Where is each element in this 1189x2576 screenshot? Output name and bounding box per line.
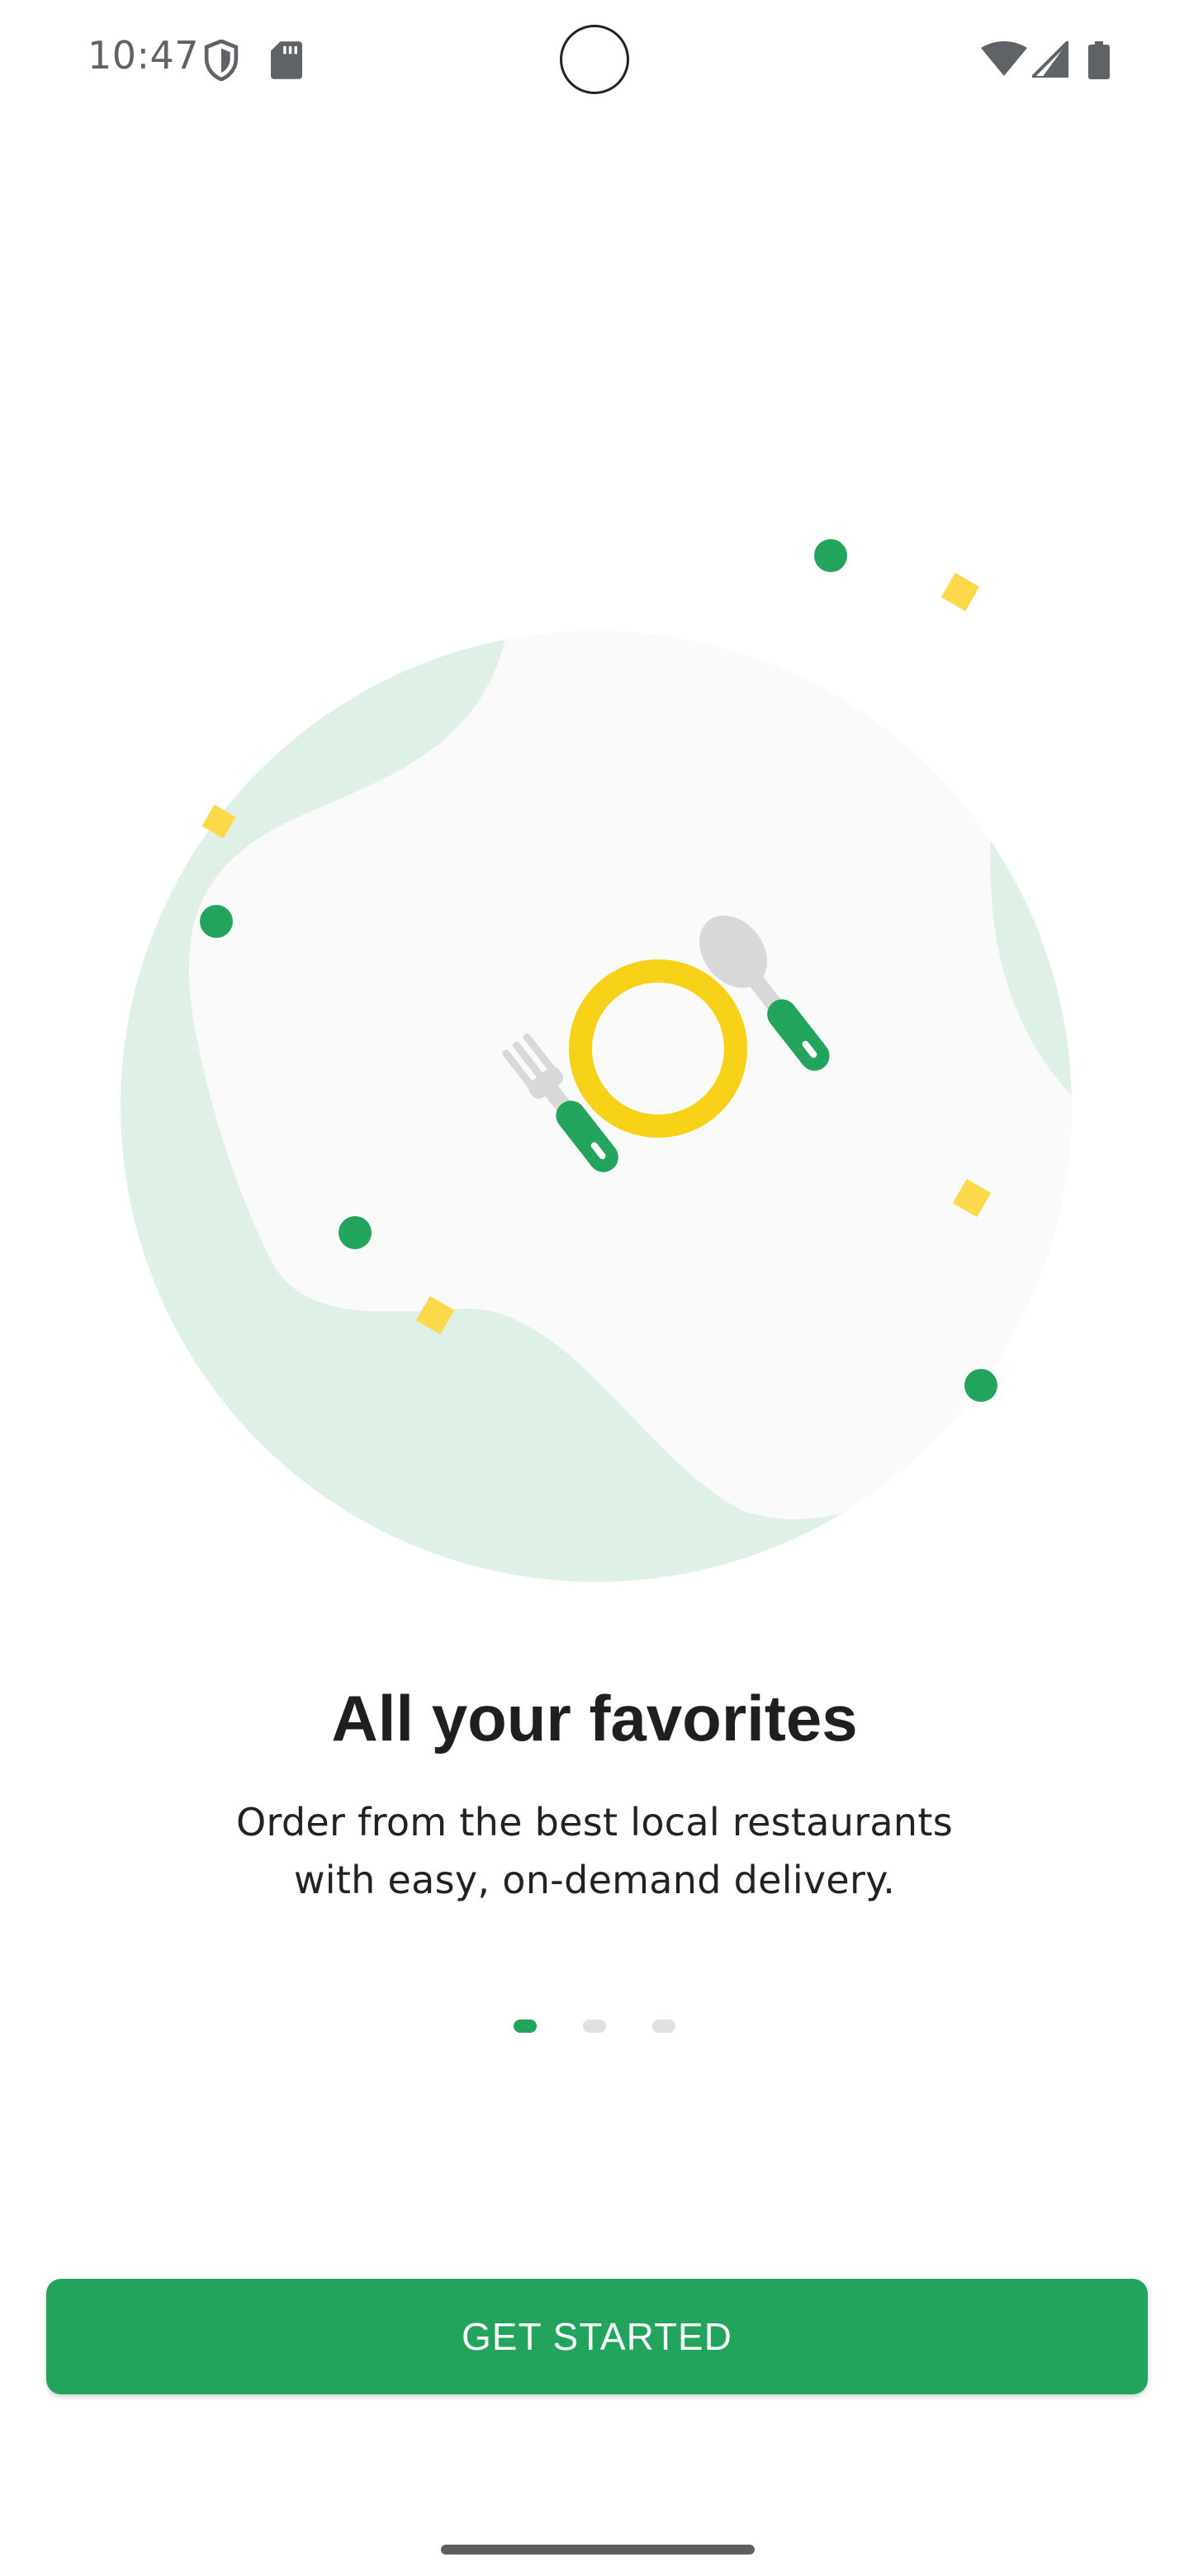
home-indicator[interactable] xyxy=(441,2545,755,2555)
decor-diamond xyxy=(940,572,980,612)
wifi-icon xyxy=(981,41,1027,76)
onboarding-illustration xyxy=(121,539,1072,1582)
decor-dot xyxy=(200,905,233,938)
get-started-button[interactable]: GET STARTED xyxy=(46,2279,1148,2394)
page-dot[interactable] xyxy=(583,2020,606,2033)
status-bar: 10:47 xyxy=(0,0,1189,116)
status-time: 10:47 xyxy=(88,33,200,78)
decor-dot xyxy=(339,1216,372,1249)
page-title: All your favorites xyxy=(331,1682,858,1754)
camera-cutout xyxy=(560,25,629,94)
shield-icon xyxy=(204,40,239,81)
page-dot[interactable] xyxy=(652,2020,675,2033)
decor-dot xyxy=(964,1369,997,1402)
battery-icon xyxy=(1088,41,1110,79)
sd-card-icon xyxy=(271,41,302,79)
subtitle-line: Order from the best local restaurants xyxy=(236,1800,953,1844)
page-indicator xyxy=(514,2020,679,2033)
decor-dot xyxy=(814,539,847,572)
signal-icon xyxy=(1032,41,1068,78)
page-dot-active[interactable] xyxy=(514,2020,537,2033)
subtitle-line: with easy, on-demand delivery. xyxy=(293,1858,896,1902)
page-subtitle: Order from the best local restaurants wi… xyxy=(182,1793,1007,1909)
